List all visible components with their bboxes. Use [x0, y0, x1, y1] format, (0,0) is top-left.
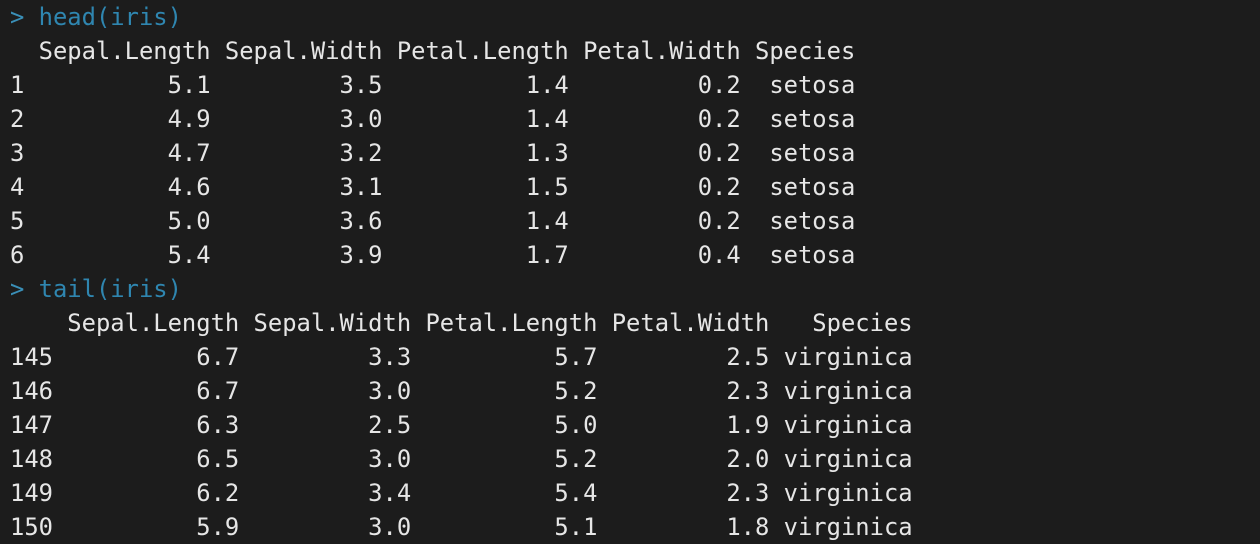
table-header-head: Sepal.Length Sepal.Width Petal.Length Pe…: [10, 37, 856, 65]
prompt-symbol: >: [10, 275, 25, 303]
r-console[interactable]: > head(iris) Sepal.Length Sepal.Width Pe…: [0, 0, 1260, 544]
table-row: 2 4.9 3.0 1.4 0.2 setosa: [10, 105, 856, 133]
table-header-tail: Sepal.Length Sepal.Width Petal.Length Pe…: [10, 309, 913, 337]
table-row: 146 6.7 3.0 5.2 2.3 virginica: [10, 377, 913, 405]
table-row: 5 5.0 3.6 1.4 0.2 setosa: [10, 207, 856, 235]
table-row: 147 6.3 2.5 5.0 1.9 virginica: [10, 411, 913, 439]
table-row: 149 6.2 3.4 5.4 2.3 virginica: [10, 479, 913, 507]
prompt-line-tail: > tail(iris): [10, 272, 1260, 306]
table-row: 1 5.1 3.5 1.4 0.2 setosa: [10, 71, 856, 99]
table-row: 4 4.6 3.1 1.5 0.2 setosa: [10, 173, 856, 201]
table-row: 150 5.9 3.0 5.1 1.8 virginica: [10, 513, 913, 541]
prompt-symbol: >: [10, 3, 25, 31]
table-row: 3 4.7 3.2 1.3 0.2 setosa: [10, 139, 856, 167]
prompt-line-head: > head(iris): [10, 0, 1260, 34]
table-row: 6 5.4 3.9 1.7 0.4 setosa: [10, 241, 856, 269]
table-row: 145 6.7 3.3 5.7 2.5 virginica: [10, 343, 913, 371]
command-head: head(iris): [38, 3, 182, 31]
command-tail: tail(iris): [38, 275, 182, 303]
table-row: 148 6.5 3.0 5.2 2.0 virginica: [10, 445, 913, 473]
